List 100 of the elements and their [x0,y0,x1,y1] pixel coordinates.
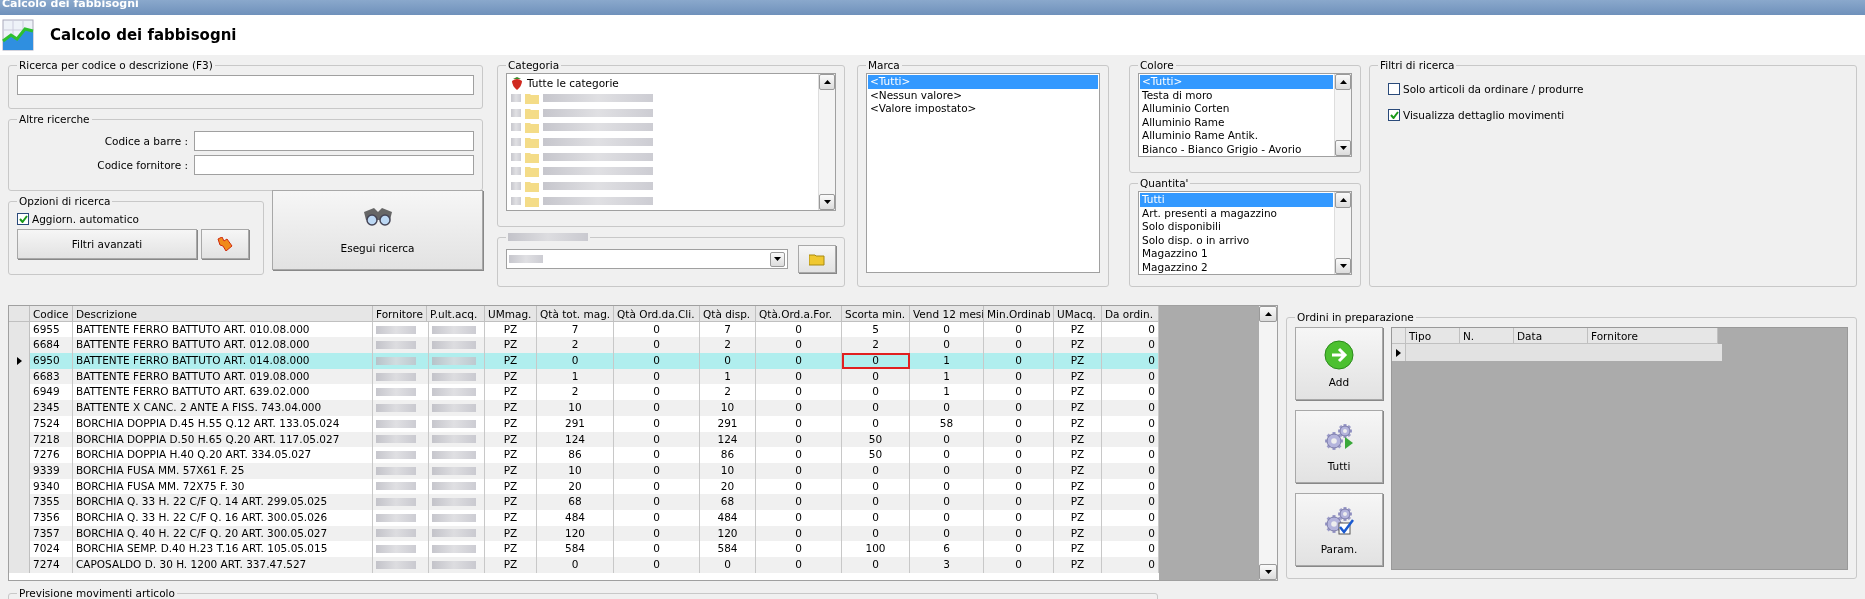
column-header[interactable]: P.ult.acq. [427,306,485,322]
table-row[interactable]: 6950 BATTENTE FERRO BATTUTO ART. 014.08.000 PZ 0 0 0 0 0 1 0 PZ 0 [9,353,1159,369]
column-header[interactable]: Descrizione [73,306,373,322]
scroll-up-button[interactable] [1335,74,1351,90]
column-header[interactable]: Min.Ordinab [984,306,1054,322]
scroll-up-button[interactable] [1335,192,1351,208]
list-item[interactable]: Art. presenti a magazzino [1140,206,1333,220]
table-cell: CAPOSALDO D. 30 H. 1200 ART. 337.47.527 [73,557,373,573]
table-cell: PZ [485,400,537,416]
folder-button[interactable] [798,245,836,273]
table-cell: 7218 [30,431,73,448]
list-item[interactable]: Alluminio Corten [1140,102,1333,116]
list-scrollbar[interactable] [818,74,835,210]
row-pointer-icon [1396,348,1401,357]
input-field[interactable] [194,131,474,151]
checkbox[interactable] [17,213,29,225]
table-cell: PZ [1054,494,1102,510]
table-row[interactable]: 7218 BORCHIA DOPPIA D.50 H.65 Q.20 ART. 117.05.027 PZ 124 0 124 0 50 0 0 PZ 0 [9,431,1159,448]
scroll-down-button[interactable] [819,194,835,210]
table-cell: 120 [537,525,614,542]
table-cell: BATTENTE FERRO BATTUTO ART. 019.08.000 [73,368,373,385]
order-action-button[interactable]: Param. [1295,493,1383,566]
checkbox[interactable] [1388,109,1400,121]
column-header[interactable]: Fornitore [373,306,427,322]
table-cell: 6950 [30,353,73,369]
table-row[interactable]: 7276 BORCHIA DOPPIA H.40 Q.20 ART. 334.05.027 PZ 86 0 86 0 50 0 0 PZ 0 [9,447,1159,463]
redacted-block [376,325,416,334]
advanced-filters-button[interactable]: Filtri avanzati [17,229,197,259]
column-header[interactable]: Tipo [1406,328,1460,344]
list-item[interactable]: Solo disp. o in arrivo [1140,233,1333,247]
list-scrollbar[interactable] [1334,192,1351,274]
list-item[interactable]: Magazzino 1 [1140,247,1333,261]
up-arrow-icon [1339,80,1347,84]
scroll-down-button[interactable] [1335,140,1351,156]
table-cell: 0 [984,509,1054,526]
search-field[interactable] [17,75,474,95]
column-header[interactable]: Da ordin. [1102,306,1159,322]
table-cell: 7357 [30,525,73,542]
table-row[interactable]: 7357 BORCHIA Q. 40 H. 22 C/F Q. 20 ART. 300.05.027 PZ 120 0 120 0 0 0 0 PZ 0 [9,525,1159,542]
table-cell: PZ [1054,368,1102,385]
run-search-button[interactable]: Esegui ricerca [272,190,483,270]
arrow-circle-icon [1324,339,1354,370]
column-header[interactable]: UMmag. [485,306,537,322]
table-cell: 0 [614,494,700,510]
table-cell: PZ [485,447,537,463]
list-item[interactable]: Bianco - Bianco Grigio - Avorio [1140,142,1333,156]
scroll-down-button[interactable] [1259,564,1277,580]
list-item[interactable]: Magazzino 2 [1140,260,1333,274]
table-cell: 120 [700,525,756,542]
list-scrollbar[interactable] [1334,74,1351,156]
scroll-up-button[interactable] [1259,306,1277,322]
table-cell: BORCHIA DOPPIA D.50 H.65 Q.20 ART. 117.05.027 [73,431,373,448]
table-row[interactable]: 6684 BATTENTE FERRO BATTUTO ART. 012.08.000 PZ 2 0 2 0 2 0 0 PZ 0 [9,337,1159,354]
scroll-down-button[interactable] [1335,258,1351,274]
list-item[interactable]: Alluminio Rame Antik. [1140,129,1333,143]
column-header[interactable]: Data [1514,328,1588,344]
flame-arrow-button[interactable] [201,229,249,259]
table-row[interactable]: 9339 BORCHIA FUSA MM. 57X61 F. 25 PZ 10 0 10 0 0 0 0 PZ 0 [9,462,1159,479]
scroll-up-button[interactable] [819,74,835,90]
table-cell: 9339 [30,462,73,479]
table-cell: PZ [485,353,537,369]
redacted-block [376,529,416,538]
column-header[interactable]: Vend 12 mesi [910,306,984,322]
column-header[interactable]: Qtà Ord.da.Cli. [614,306,700,322]
table-cell: PZ [1054,509,1102,526]
table-cell: 0 [756,415,842,432]
table-cell: 0 [910,400,984,416]
dropdown-arrow-button[interactable] [770,251,785,267]
input-field[interactable] [194,155,474,175]
redacted-block [376,388,416,397]
table-scrollbar[interactable] [1259,306,1277,580]
list-item[interactable]: Solo disponibili [1140,220,1333,234]
list-item[interactable]: Testa di moro [1140,88,1333,102]
column-header[interactable]: Qtà disp. [700,306,756,322]
folder-icon [525,92,539,104]
order-action-button[interactable]: Add [1295,327,1383,400]
table-cell: 0 [910,447,984,463]
tree-item[interactable]: Tutte le categorie [527,77,619,90]
column-header[interactable]: Codice [30,306,73,322]
table-row[interactable]: 7356 BORCHIA Q. 33 H. 22 C/F Q. 16 ART. 300.05.026 PZ 484 0 484 0 0 0 0 PZ 0 [9,509,1159,526]
table-cell: 0 [614,353,700,369]
group-label: Colore [1139,59,1175,71]
order-action-button[interactable]: Tutti [1295,410,1383,483]
table-cell: 0 [984,431,1054,448]
table-row[interactable]: 7355 BORCHIA Q. 33 H. 22 C/F Q. 14 ART. 299.05.025 PZ 68 0 68 0 0 0 0 PZ 0 [9,494,1159,510]
column-header[interactable]: N. [1460,328,1514,344]
table-row[interactable]: 2345 BATTENTE X CANC. 2 ANTE A FISS. 743.04.000 PZ 10 0 10 0 0 0 0 PZ 0 [9,400,1159,416]
list-item[interactable]: Alluminio Rame [1140,115,1333,129]
list-item[interactable]: <Valore impostato> [868,102,1098,116]
table-row[interactable]: 7274 CAPOSALDO D. 30 H. 1200 ART. 337.47.527 PZ 0 0 0 0 0 3 0 PZ 0 [9,557,1159,573]
column-header[interactable]: Fornitore [1588,328,1718,344]
column-header[interactable]: UMacq. [1054,306,1102,322]
table-row[interactable]: 7524 BORCHIA DOPPIA D.45 H.55 Q.12 ART. 133.05.024 PZ 291 0 291 0 0 58 0 PZ 0 [9,415,1159,432]
column-header[interactable]: Scorta min. [842,306,910,322]
table-cell: PZ [1054,431,1102,448]
list-item[interactable]: <Nessun valore> [868,88,1098,102]
checkbox[interactable] [1388,83,1400,95]
column-header[interactable]: Qtà.Ord.a.For. [756,306,842,322]
row-header[interactable] [1392,344,1406,361]
column-header[interactable]: Qtà tot. mag. [537,306,614,322]
